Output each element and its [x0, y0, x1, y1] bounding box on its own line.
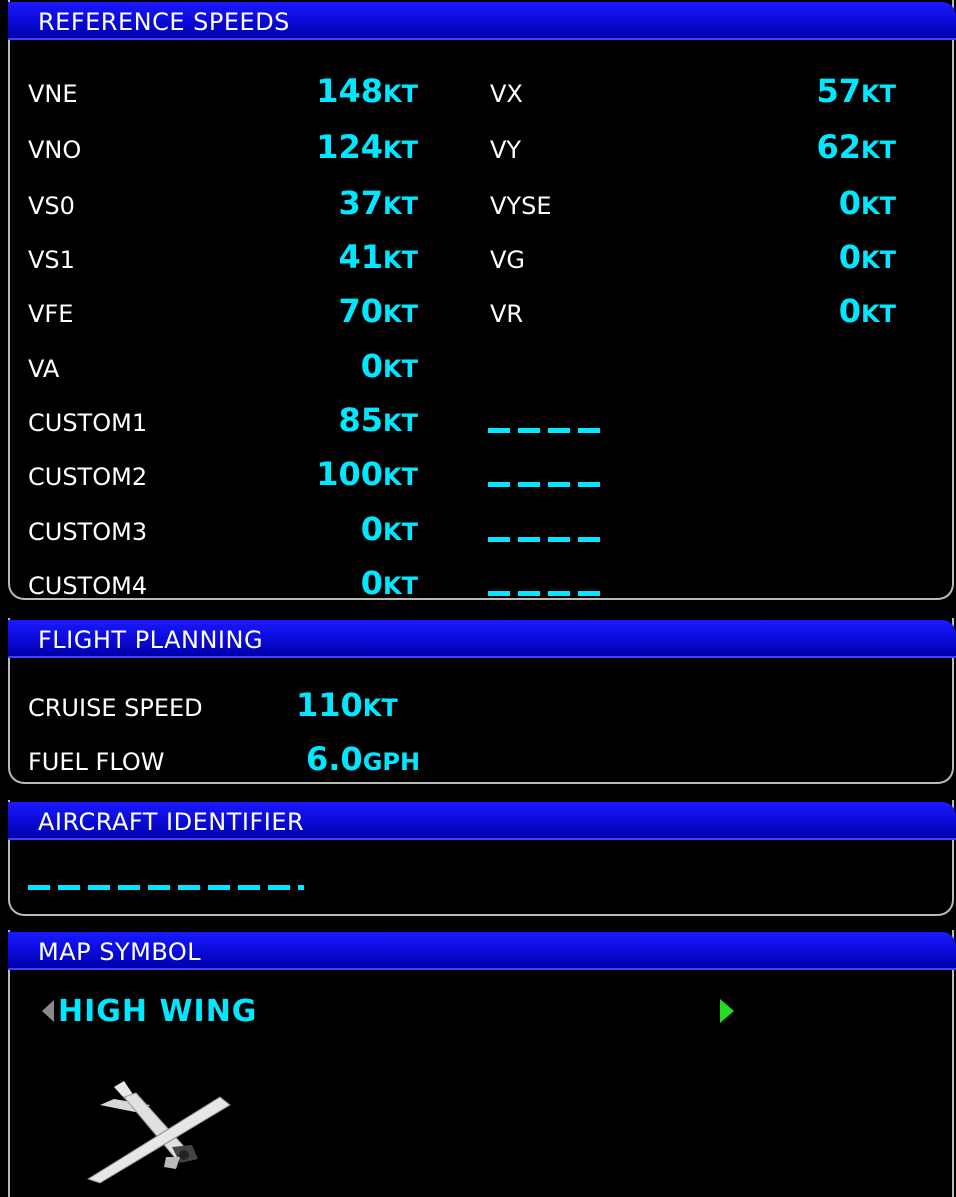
high-wing-airplane-icon	[86, 1081, 231, 1184]
speed-label-vno: VNO	[28, 136, 82, 164]
fuel-flow-value[interactable]: 6.0GPH	[306, 740, 420, 778]
speed-value-custom3[interactable]: 0KT	[361, 510, 418, 548]
speed-label-custom3: CUSTOM3	[28, 518, 148, 546]
speed-value-vfe[interactable]: 70KT	[339, 292, 419, 330]
aircraft-identifier-header: AIRCRAFT IDENTIFIER	[8, 802, 956, 840]
speed-value-va[interactable]: 0KT	[361, 347, 418, 385]
speed-value-custom1[interactable]: 85KT	[339, 401, 419, 439]
speed-value-vy[interactable]: 62KT	[817, 128, 897, 166]
map-symbol-selection[interactable]: HIGH WING	[58, 994, 257, 1029]
fuel-flow-label: FUEL FLOW	[28, 748, 165, 776]
speed-label-vg: VG	[490, 246, 526, 274]
custom1-name-field[interactable]	[488, 428, 600, 433]
flight-planning-title: FLIGHT PLANNING	[38, 626, 264, 654]
previous-arrow-icon[interactable]	[42, 1000, 54, 1022]
speed-label-vy: VY	[490, 136, 522, 164]
aircraft-identifier-field[interactable]	[28, 885, 304, 890]
map-symbol-header: MAP SYMBOL	[8, 932, 956, 970]
aircraft-identifier-title: AIRCRAFT IDENTIFIER	[38, 808, 305, 836]
speed-label-custom4: CUSTOM4	[28, 572, 148, 600]
speed-value-vs0[interactable]: 37KT	[339, 184, 419, 222]
speed-value-vs1[interactable]: 41KT	[339, 238, 419, 276]
speed-value-custom2[interactable]: 100KT	[316, 455, 418, 493]
speed-label-vs1: VS1	[28, 246, 75, 274]
speed-label-custom2: CUSTOM2	[28, 463, 148, 491]
flight-planning-header: FLIGHT PLANNING	[8, 620, 956, 658]
reference-speeds-title: REFERENCE SPEEDS	[38, 8, 290, 36]
speed-label-vne: VNE	[28, 80, 78, 108]
custom4-name-field[interactable]	[488, 591, 600, 596]
next-arrow-icon[interactable]	[720, 999, 734, 1023]
speed-value-vno[interactable]: 124KT	[316, 128, 418, 166]
speed-value-vx[interactable]: 57KT	[817, 72, 897, 110]
speed-label-vyse: VYSE	[490, 192, 552, 220]
speed-label-vx: VX	[490, 80, 523, 108]
speed-value-vyse[interactable]: 0KT	[839, 184, 896, 222]
speed-label-va: VA	[28, 355, 60, 383]
cruise-speed-value[interactable]: 110KT	[296, 686, 398, 724]
speed-label-custom1: CUSTOM1	[28, 409, 148, 437]
speed-label-vfe: VFE	[28, 300, 74, 328]
reference-speeds-header: REFERENCE SPEEDS	[8, 2, 956, 40]
speed-value-vne[interactable]: 148KT	[316, 72, 418, 110]
custom3-name-field[interactable]	[488, 537, 600, 542]
speed-label-vr: VR	[490, 300, 524, 328]
cruise-speed-label: CRUISE SPEED	[28, 694, 203, 722]
custom2-name-field[interactable]	[488, 482, 600, 487]
reference-speeds-panel	[8, 0, 954, 600]
speed-label-vs0: VS0	[28, 192, 75, 220]
speed-value-custom4[interactable]: 0KT	[361, 564, 418, 602]
speed-value-vg[interactable]: 0KT	[839, 238, 896, 276]
map-symbol-title: MAP SYMBOL	[38, 938, 202, 966]
speed-value-vr[interactable]: 0KT	[839, 292, 896, 330]
